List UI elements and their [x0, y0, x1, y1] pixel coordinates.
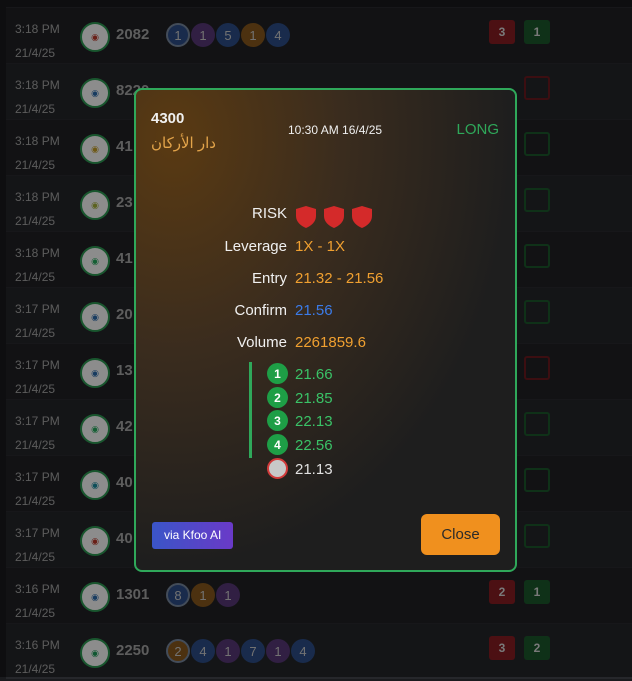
target-4: 4 22.56: [267, 434, 387, 456]
volume-row: Volume 2261859.6: [136, 334, 515, 354]
signal-detail-modal: 4300 دار الأركان 10:30 AM 16/4/25 LONG R…: [134, 88, 517, 572]
risk-row: RISK: [136, 205, 515, 228]
target-number-badge: 2: [267, 387, 288, 408]
target-number-badge: 3: [267, 410, 288, 431]
leverage-row: Leverage 1X - 1X: [136, 238, 515, 258]
company-name: دار الأركان: [151, 135, 216, 152]
target-value: 22.56: [295, 437, 333, 454]
risk-shield-icon: [296, 206, 316, 228]
confirm-row: Confirm 21.56: [136, 302, 515, 322]
volume-value: 2261859.6: [295, 334, 366, 351]
target-2: 2 21.85: [267, 387, 387, 409]
confirm-value: 21.56: [295, 302, 333, 319]
entry-row: Entry 21.32 - 21.56: [136, 270, 515, 290]
risk-shield-icon: [324, 206, 344, 228]
risk-label: RISK: [251, 205, 287, 222]
stop-loss-value: 21.13: [295, 461, 333, 478]
target-number-badge: 1: [267, 363, 288, 384]
symbol-code: 4300: [151, 110, 185, 127]
risk-shield-icon: [352, 206, 372, 228]
via-kfoo-ai-badge[interactable]: via Kfoo AI: [152, 522, 234, 549]
volume-label: Volume: [236, 334, 287, 351]
leverage-value: 1X - 1X: [295, 238, 346, 255]
leverage-label: Leverage: [224, 238, 287, 255]
confirm-label: Confirm: [234, 302, 287, 319]
entry-value: 21.32 - 21.56: [295, 270, 384, 287]
target-1: 1 21.66: [267, 363, 387, 385]
stop-loss: 21.13: [267, 458, 387, 480]
risk-shields: [295, 205, 379, 229]
target-value: 21.66: [295, 366, 333, 383]
target-value: 22.13: [295, 413, 333, 430]
target-number-badge: 4: [267, 434, 288, 455]
stop-loss-icon: [267, 458, 288, 479]
target-3: 3 22.13: [267, 410, 387, 432]
close-button[interactable]: Close: [421, 514, 500, 555]
entry-label: Entry: [251, 270, 287, 287]
position-side: LONG: [456, 121, 499, 138]
signal-datetime: 10:30 AM 16/4/25: [288, 123, 383, 137]
target-value: 21.85: [295, 390, 333, 407]
targets-bar: [249, 362, 252, 458]
